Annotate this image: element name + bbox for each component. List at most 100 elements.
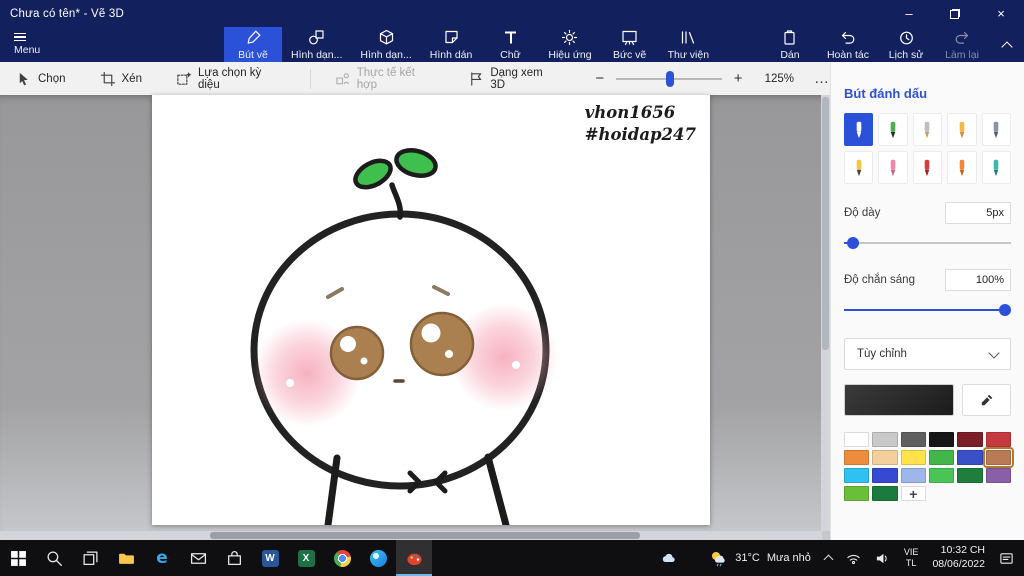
color-swatch-8[interactable] xyxy=(900,450,926,465)
color-swatch-15[interactable] xyxy=(929,468,955,483)
tab-2d-shapes[interactable]: Hình dạn... xyxy=(282,27,351,62)
color-swatch-13[interactable] xyxy=(872,468,898,483)
brush-marker[interactable] xyxy=(844,113,874,146)
start-button[interactable] xyxy=(0,540,36,576)
tab-stickers[interactable]: Hình dán xyxy=(421,27,482,62)
brush-eraser[interactable] xyxy=(878,151,908,184)
zoom-slider[interactable] xyxy=(616,70,722,87)
zoom-out-button[interactable]: − xyxy=(591,70,608,87)
tab-text[interactable]: Chữ xyxy=(481,27,539,62)
color-swatch-1[interactable] xyxy=(872,432,898,447)
close-button[interactable]: × xyxy=(978,0,1024,27)
color-swatch-6[interactable] xyxy=(844,450,870,465)
magic-select-tool[interactable]: Lựa chọn kỳ diệu xyxy=(176,67,280,91)
brush-pencil[interactable] xyxy=(844,151,874,184)
minimize-icon: – xyxy=(905,6,913,21)
thickness-slider-thumb[interactable] xyxy=(847,237,859,249)
tab-effects[interactable]: Hiệu ứng xyxy=(539,27,600,62)
thickness-input[interactable]: 5px xyxy=(945,202,1011,224)
close-icon: × xyxy=(997,6,1005,21)
tab-canvas[interactable]: Bức vẽ xyxy=(601,27,659,62)
color-swatch-4[interactable] xyxy=(957,432,983,447)
thickness-row: Độ dày 5px xyxy=(844,202,1011,224)
horizontal-scrollbar-thumb[interactable] xyxy=(210,532,640,539)
mail-button[interactable] xyxy=(180,540,216,576)
color-swatch-11[interactable] xyxy=(982,447,1015,468)
taskbar-clock[interactable]: 10:32 CH 08/06/2022 xyxy=(932,544,985,571)
opacity-slider-thumb[interactable] xyxy=(999,304,1011,316)
brush-oil-brush[interactable] xyxy=(912,113,943,146)
drawing-canvas[interactable]: vhon1656 #hoidap247 xyxy=(152,95,710,525)
paste-button[interactable]: Dán xyxy=(762,27,818,62)
crop-tool[interactable]: Xén xyxy=(100,71,142,87)
color-swatch-9[interactable] xyxy=(929,450,955,465)
color-swatch-14[interactable] xyxy=(900,468,926,483)
minimize-button[interactable]: – xyxy=(886,0,932,27)
edge-button[interactable]: e xyxy=(144,540,180,576)
horizontal-scrollbar[interactable] xyxy=(0,531,822,540)
search-button[interactable] xyxy=(36,540,72,576)
hidden-icons-chevron[interactable] xyxy=(823,554,834,565)
weather-widget[interactable]: 31°C Mưa nhỏ xyxy=(708,548,811,568)
brush-spray-can[interactable] xyxy=(947,151,977,184)
restore-button[interactable] xyxy=(932,0,978,27)
redo-button[interactable]: Làm lại xyxy=(934,27,990,62)
color-swatch-12[interactable] xyxy=(844,468,870,483)
zoom-slider-thumb[interactable] xyxy=(665,70,674,87)
opacity-slider[interactable] xyxy=(844,304,1011,316)
select-tool[interactable]: Chọn xyxy=(16,71,66,87)
tab-brushes[interactable]: Bút vẽ xyxy=(224,27,282,62)
store-bag-icon xyxy=(227,550,241,565)
brush-crayon[interactable] xyxy=(912,151,943,184)
volume-button[interactable] xyxy=(875,551,890,566)
coccoc-browser-button[interactable] xyxy=(360,540,396,576)
tray-app-icon[interactable] xyxy=(661,551,676,566)
add-color-button[interactable]: + xyxy=(900,486,926,501)
color-swatch-3[interactable] xyxy=(929,432,955,447)
excel-button[interactable]: X xyxy=(288,540,324,576)
color-swatch-18[interactable] xyxy=(844,486,870,501)
color-swatch-10[interactable] xyxy=(957,450,983,465)
network-button[interactable] xyxy=(846,551,861,566)
vertical-scrollbar[interactable] xyxy=(821,95,830,531)
customize-dropdown[interactable]: Tùy chỉnh xyxy=(844,338,1011,370)
3d-view-button[interactable]: Dạng xem 3D xyxy=(468,67,555,91)
zoom-level[interactable]: 125% xyxy=(765,73,794,85)
opacity-input[interactable]: 100% xyxy=(945,269,1011,291)
menu-button[interactable]: Menu xyxy=(0,27,76,62)
brush-watercolor[interactable] xyxy=(947,113,977,146)
color-swatch-5[interactable] xyxy=(985,432,1011,447)
brush-calligraphy-pen[interactable] xyxy=(878,113,908,146)
canvas-icon xyxy=(621,29,638,46)
word-button[interactable]: W xyxy=(252,540,288,576)
thickness-slider[interactable] xyxy=(844,237,1011,249)
action-center-button[interactable] xyxy=(999,551,1014,566)
ribbon-collapse-button[interactable] xyxy=(990,27,1024,62)
color-swatch-2[interactable] xyxy=(900,432,926,447)
brush-fill[interactable] xyxy=(981,151,1011,184)
color-swatch-16[interactable] xyxy=(957,468,983,483)
color-palette: + xyxy=(844,432,1015,501)
file-explorer-button[interactable] xyxy=(108,540,144,576)
color-swatch-0[interactable] xyxy=(844,432,870,447)
zoom-in-button[interactable]: + xyxy=(730,70,747,87)
eyedropper-button[interactable] xyxy=(961,384,1011,416)
language-indicator[interactable]: VIE TL xyxy=(904,547,919,570)
color-swatch-19[interactable] xyxy=(872,486,898,501)
color-swatch-17[interactable] xyxy=(985,468,1011,483)
color-swatch-7[interactable] xyxy=(872,450,898,465)
vertical-scrollbar-thumb[interactable] xyxy=(822,97,829,350)
undo-button[interactable]: Hoàn tác xyxy=(818,27,878,62)
paint3d-taskbar-button[interactable] xyxy=(396,540,432,576)
task-view-button[interactable] xyxy=(72,540,108,576)
history-button[interactable]: Lịch sử xyxy=(878,27,934,62)
more-options-button[interactable]: … xyxy=(814,70,830,87)
mixed-reality-button[interactable]: Thực tế kết hợp xyxy=(335,67,433,91)
tab-library[interactable]: Thư viện xyxy=(659,27,718,62)
word-icon: W xyxy=(261,549,279,567)
brush-pixel-pen[interactable] xyxy=(981,113,1011,146)
tab-3d-shapes[interactable]: Hình dạn... xyxy=(351,27,420,62)
store-button[interactable] xyxy=(216,540,252,576)
chrome-button[interactable] xyxy=(324,540,360,576)
current-color-swatch[interactable] xyxy=(844,384,954,416)
